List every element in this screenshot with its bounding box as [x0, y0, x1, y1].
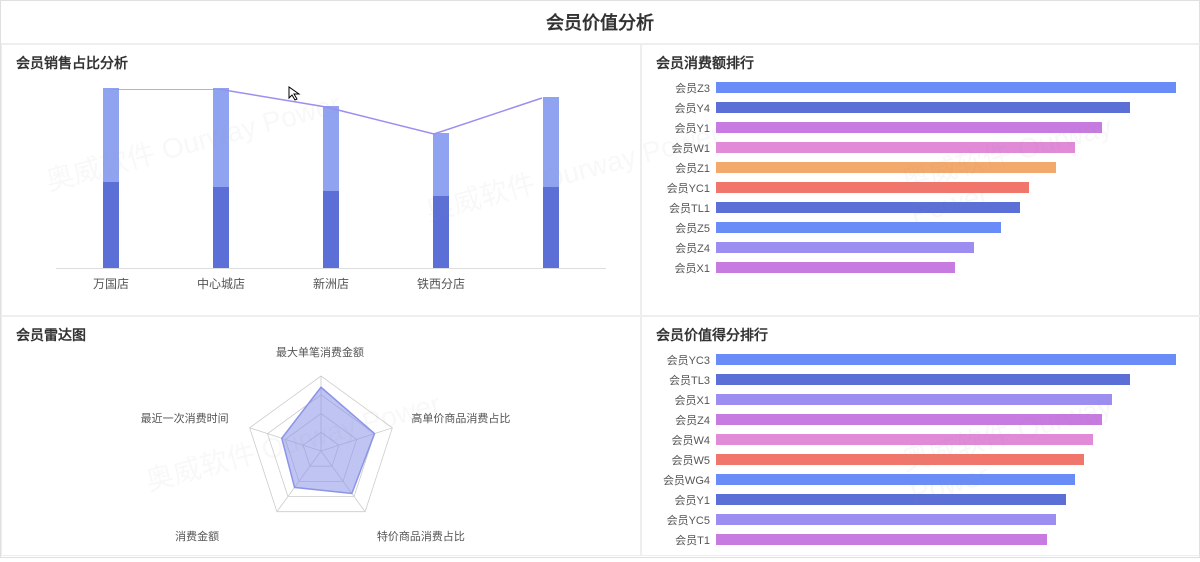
column-chart: 万国店中心城店新洲店铁西分店 — [16, 79, 626, 289]
hbar-fill — [716, 122, 1102, 133]
radar-axis-label: 消费金额 — [175, 528, 219, 544]
panel-title-spend-rank: 会员消费额排行 — [656, 53, 1186, 73]
radar-axis-label: 特价商品消费占比 — [377, 528, 465, 544]
hbar-fill — [716, 82, 1176, 93]
hbar-fill — [716, 222, 1001, 233]
hbar-label: 会员YC1 — [656, 180, 716, 196]
hbar-row: 会员X1 — [656, 391, 1176, 408]
hbar-fill — [716, 474, 1075, 485]
panel-value-rank: 会员价值得分排行 会员YC3 会员TL3 会员X1 会员Z4 会员W4 会员W5 会员WG4… — [641, 316, 1200, 556]
hbar-row: 会员YC1 — [656, 179, 1176, 196]
hbar-chart-value: 会员YC3 会员TL3 会员X1 会员Z4 会员W4 会员W5 会员WG4 会员Y1 会员YC5… — [656, 351, 1186, 548]
hbar-row: 会员YC5 — [656, 511, 1176, 528]
hbar-row: 会员W1 — [656, 139, 1176, 156]
hbar-label: 会员W5 — [656, 452, 716, 468]
hbar-label: 会员YC3 — [656, 352, 716, 368]
hbar-label: 会员X1 — [656, 260, 716, 276]
hbar-label: 会员Z4 — [656, 412, 716, 428]
hbar-fill — [716, 414, 1102, 425]
hbar-fill — [716, 162, 1056, 173]
hbar-fill — [716, 374, 1130, 385]
panel-spend-rank: 会员消费额排行 会员Z3会员Y4会员Y1会员W1会员Z1会员YC1会员TL1会员… — [641, 44, 1200, 316]
hbar-label: 会员YC5 — [656, 512, 716, 528]
hbar-fill — [716, 142, 1075, 153]
hbar-label: 会员Z4 — [656, 240, 716, 256]
hbar-fill — [716, 514, 1056, 525]
hbar-row: 会员YC3 — [656, 351, 1176, 368]
hbar-fill — [716, 454, 1084, 465]
hbar-fill — [716, 534, 1047, 545]
hbar-row: 会员Y1 — [656, 119, 1176, 136]
hbar-row: 会员W5 — [656, 451, 1176, 468]
hbar-row: 会员Z1 — [656, 159, 1176, 176]
column-label — [501, 275, 601, 292]
dashboard-grid: 会员销售占比分析 万国店中心城店新洲店铁西分店 会员消费额排行 会员Z3 会员Y4… — [1, 44, 1199, 562]
hbar-row: 会员Y1 — [656, 491, 1176, 508]
column-bar — [281, 106, 381, 268]
column-label: 万国店 — [61, 275, 161, 292]
hbar-label: 会员X1 — [656, 392, 716, 408]
hbar-label: 会员W4 — [656, 432, 716, 448]
column-bar — [501, 97, 601, 268]
radar-axis-label: 最近一次消费时间 — [141, 410, 229, 426]
hbar-fill — [716, 494, 1066, 505]
hbar-row: 会员T1 — [656, 531, 1176, 548]
hbar-row: 会员X1 — [656, 259, 1176, 276]
column-bar — [61, 88, 161, 268]
hbar-row: 会员W4 — [656, 431, 1176, 448]
hbar-row: 会员Z4 — [656, 239, 1176, 256]
hbar-row: 会员Z4 — [656, 411, 1176, 428]
panel-title-sales-ratio: 会员销售占比分析 — [16, 53, 626, 73]
hbar-label: 会员Y1 — [656, 492, 716, 508]
radar-chart: 最大单笔消费金额高单价商品消费占比特价商品消费占比消费金额最近一次消费时间 — [151, 351, 491, 551]
hbar-label: 会员WG4 — [656, 472, 716, 488]
hbar-label: 会员Z3 — [656, 80, 716, 96]
hbar-label: 会员Y4 — [656, 100, 716, 116]
hbar-row: 会员TL3 — [656, 371, 1176, 388]
column-label: 铁西分店 — [391, 275, 491, 292]
hbar-label: 会员Z5 — [656, 220, 716, 236]
hbar-row: 会员TL1 — [656, 199, 1176, 216]
hbar-row: 会员WG4 — [656, 471, 1176, 488]
hbar-label: 会员W1 — [656, 140, 716, 156]
hbar-fill — [716, 202, 1020, 213]
hbar-row: 会员Y4 — [656, 99, 1176, 116]
hbar-label: 会员T1 — [656, 532, 716, 548]
hbar-fill — [716, 262, 955, 273]
panel-title-radar: 会员雷达图 — [16, 325, 626, 345]
panel-radar: 会员雷达图 最大单笔消费金额高单价商品消费占比特价商品消费占比 消费金额 最近一次消… — [1, 316, 641, 556]
panel-sales-ratio: 会员销售占比分析 万国店中心城店新洲店铁西分店 — [1, 44, 641, 316]
page-title: 会员价值分析 — [1, 1, 1199, 44]
radar-axis-label: 高单价商品消费占比 — [411, 410, 510, 426]
column-label: 新洲店 — [281, 275, 381, 292]
hbar-fill — [716, 394, 1112, 405]
hbar-fill — [716, 354, 1176, 365]
column-bar — [171, 88, 271, 268]
hbar-label: 会员Z1 — [656, 160, 716, 176]
hbar-label: 会员TL1 — [656, 200, 716, 216]
hbar-fill — [716, 242, 974, 253]
hbar-label: 会员Y1 — [656, 120, 716, 136]
hbar-fill — [716, 102, 1130, 113]
radar-axis-label: 最大单笔消费金额 — [276, 344, 364, 360]
column-label: 中心城店 — [171, 275, 271, 292]
hbar-fill — [716, 182, 1029, 193]
hbar-fill — [716, 434, 1093, 445]
hbar-chart-spend: 会员Z3 会员Y4 会员Y1 会员W1 会员Z1 会员YC1 会员TL1 会员Z5 会员Z4 会员… — [656, 79, 1186, 276]
cursor-icon — [287, 85, 303, 106]
hbar-row: 会员Z3 — [656, 79, 1176, 96]
hbar-label: 会员TL3 — [656, 372, 716, 388]
panel-title-value-rank: 会员价值得分排行 — [656, 325, 1186, 345]
hbar-row: 会员Z5 — [656, 219, 1176, 236]
column-bar — [391, 133, 491, 268]
